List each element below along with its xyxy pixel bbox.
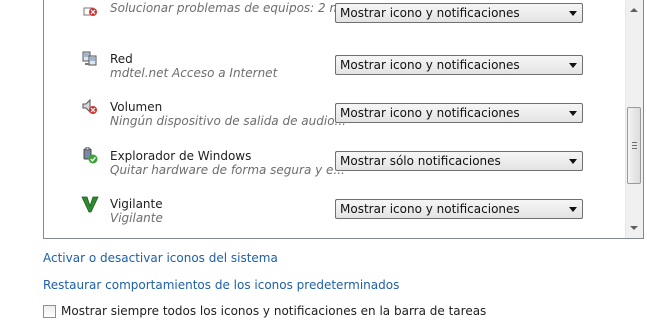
list-item-name: Explorador de Windows [110, 149, 252, 163]
list-item-description: Ningún dispositivo de salida de audio... [110, 114, 346, 128]
list-item-volumen: Volumen Ningún dispositivo de salida de … [44, 97, 624, 141]
chevron-down-icon [569, 207, 577, 212]
vigilante-icon [81, 195, 99, 213]
scrollbar-thumb[interactable] [627, 107, 641, 184]
always-show-label: Mostrar siempre todos los iconos y notif… [61, 304, 487, 318]
volume-muted-icon [81, 98, 99, 116]
list-item-name: Red [110, 52, 133, 66]
safely-remove-hardware-icon [81, 146, 99, 165]
chevron-down-icon [569, 111, 577, 116]
always-show-checkbox[interactable] [43, 305, 56, 318]
behavior-select[interactable]: Mostrar icono y notificaciones [335, 55, 583, 75]
list-item-description: Vigilante [110, 211, 163, 225]
scroll-down-arrow-icon[interactable] [630, 226, 638, 230]
list-item: Solucionar problemas de equipos: 2 m... … [44, 0, 624, 28]
list-item-description: Solucionar problemas de equipos: 2 m... [110, 1, 353, 15]
behavior-select[interactable]: Mostrar icono y notificaciones [335, 199, 583, 219]
list-item-explorador: Explorador de Windows Quitar hardware de… [44, 146, 624, 190]
list-item-description: mdtel.net Acceso a Internet [110, 66, 278, 80]
chevron-down-icon [569, 63, 577, 68]
system-icons-link[interactable]: Activar o desactivar iconos del sistema [43, 251, 278, 265]
scroll-up-arrow-icon[interactable] [630, 8, 638, 12]
network-icon [81, 50, 99, 68]
chevron-down-icon [569, 11, 577, 16]
behavior-select[interactable]: Mostrar icono y notificaciones [335, 103, 583, 123]
action-center-icon [81, 0, 99, 18]
notification-icons-list: Solucionar problemas de equipos: 2 m... … [43, 0, 644, 239]
behavior-select[interactable]: Mostrar sólo notificaciones [335, 151, 583, 171]
grip-icon [632, 142, 637, 149]
behavior-select[interactable]: Mostrar icono y notificaciones [335, 3, 583, 23]
list-item-vigilante: Vigilante Vigilante Mostrar icono y noti… [44, 194, 624, 238]
vertical-scrollbar[interactable] [625, 0, 643, 238]
list-item-name: Volumen [110, 100, 163, 114]
chevron-down-icon [569, 159, 577, 164]
list-item-red: Red mdtel.net Acceso a Internet Mostrar … [44, 49, 624, 93]
list-item-description: Quitar hardware de forma segura y e... [110, 163, 345, 177]
list-item-name: Vigilante [110, 197, 163, 211]
restore-defaults-link[interactable]: Restaurar comportamientos de los iconos … [43, 278, 399, 292]
